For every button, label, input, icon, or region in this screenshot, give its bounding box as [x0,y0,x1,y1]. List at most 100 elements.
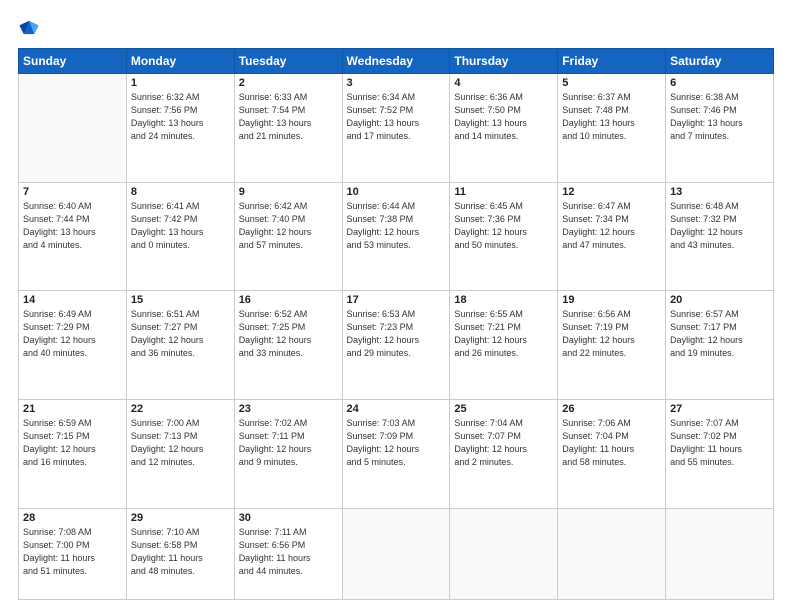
weekday-header-thursday: Thursday [450,49,558,74]
calendar-cell: 4Sunrise: 6:36 AMSunset: 7:50 PMDaylight… [450,74,558,183]
day-number: 29 [131,512,230,524]
weekday-header-saturday: Saturday [666,49,774,74]
calendar-cell: 18 Sunrise: 6:55 AMSunset: 7:21 PMDayligh… [450,291,558,400]
calendar-cell: 16 Sunrise: 6:52 AMSunset: 7:25 PMDayligh… [234,291,342,400]
day-number: 20 [670,294,769,306]
day-number: 12 [562,186,661,198]
day-number: 17 [347,294,446,306]
day-info: Sunrise: 6:59 AMSunset: 7:15 PMDaylight:… [23,417,122,469]
week-row-0: 1 Sunrise: 6:32 AMSunset: 7:56 PMDaylight… [19,74,774,183]
weekday-header-row: SundayMondayTuesdayWednesdayThursdayFrid… [19,49,774,74]
calendar-cell: 5 Sunrise: 6:37 AMSunset: 7:48 PMDaylight… [558,74,666,183]
day-info: Sunrise: 6:48 AMSunset: 7:32 PMDaylight:… [670,200,769,252]
weekday-header-monday: Monday [126,49,234,74]
day-number: 28 [23,512,122,524]
calendar-cell: 26 Sunrise: 7:06 AMSunset: 7:04 PMDayligh… [558,399,666,508]
day-info: Sunrise: 7:08 AMSunset: 7:00 PMDaylight:… [23,526,122,578]
day-info: Sunrise: 6:41 AMSunset: 7:42 PMDaylight:… [131,200,230,252]
calendar-cell: 23 Sunrise: 7:02 AMSunset: 7:11 PMDayligh… [234,399,342,508]
day-info: Sunrise: 6:42 AMSunset: 7:40 PMDaylight:… [239,200,338,252]
day-info: Sunrise: 6:51 AMSunset: 7:27 PMDaylight:… [131,308,230,360]
day-info: Sunrise: 7:10 AMSunset: 6:58 PMDaylight:… [131,526,230,578]
day-info: Sunrise: 7:06 AMSunset: 7:04 PMDaylight:… [562,417,661,469]
day-info: Sunrise: 6:45 AMSunset: 7:36 PMDaylight:… [454,200,553,252]
day-number: 21 [23,403,122,415]
day-info: Sunrise: 6:56 AMSunset: 7:19 PMDaylight:… [562,308,661,360]
calendar-cell: 25 Sunrise: 7:04 AMSunset: 7:07 PMDayligh… [450,399,558,508]
day-number: 7 [23,186,122,198]
logo [18,18,44,40]
day-number: 30 [239,512,338,524]
day-info: Sunrise: 6:33 AMSunset: 7:54 PMDaylight:… [239,91,338,143]
calendar-cell: 11 Sunrise: 6:45 AMSunset: 7:36 PMDayligh… [450,182,558,291]
day-number: 8 [131,186,230,198]
day-info: Sunrise: 6:32 AMSunset: 7:56 PMDaylight:… [131,91,230,143]
header [18,18,774,40]
week-row-4: 28 Sunrise: 7:08 AMSunset: 7:00 PMDayligh… [19,508,774,599]
calendar-cell: 1 Sunrise: 6:32 AMSunset: 7:56 PMDaylight… [126,74,234,183]
day-number: 25 [454,403,553,415]
calendar-cell: 9 Sunrise: 6:42 AMSunset: 7:40 PMDaylight… [234,182,342,291]
day-number: 1 [131,77,230,89]
calendar-cell: 8 Sunrise: 6:41 AMSunset: 7:42 PMDaylight… [126,182,234,291]
calendar-cell [450,508,558,599]
calendar-cell: 15 Sunrise: 6:51 AMSunset: 7:27 PMDayligh… [126,291,234,400]
day-info: Sunrise: 6:40 AMSunset: 7:44 PMDaylight:… [23,200,122,252]
calendar-cell: 13 Sunrise: 6:48 AMSunset: 7:32 PMDayligh… [666,182,774,291]
day-number: 13 [670,186,769,198]
day-info: Sunrise: 6:49 AMSunset: 7:29 PMDaylight:… [23,308,122,360]
day-info: Sunrise: 6:47 AMSunset: 7:34 PMDaylight:… [562,200,661,252]
day-info: Sunrise: 6:37 AMSunset: 7:48 PMDaylight:… [562,91,661,143]
day-number: 16 [239,294,338,306]
day-number: 5 [562,77,661,89]
weekday-header-sunday: Sunday [19,49,127,74]
calendar-cell: 19 Sunrise: 6:56 AMSunset: 7:19 PMDayligh… [558,291,666,400]
calendar-cell: 24Sunrise: 7:03 AMSunset: 7:09 PMDayligh… [342,399,450,508]
day-number: 23 [239,403,338,415]
day-number: 11 [454,186,553,198]
calendar-cell [19,74,127,183]
calendar-cell: 12 Sunrise: 6:47 AMSunset: 7:34 PMDayligh… [558,182,666,291]
calendar-cell: 2 Sunrise: 6:33 AMSunset: 7:54 PMDaylight… [234,74,342,183]
day-info: Sunrise: 6:52 AMSunset: 7:25 PMDaylight:… [239,308,338,360]
day-info: Sunrise: 7:04 AMSunset: 7:07 PMDaylight:… [454,417,553,469]
day-info: Sunrise: 6:44 AMSunset: 7:38 PMDaylight:… [347,200,446,252]
day-number: 14 [23,294,122,306]
day-info: Sunrise: 6:53 AMSunset: 7:23 PMDaylight:… [347,308,446,360]
calendar-cell: 22 Sunrise: 7:00 AMSunset: 7:13 PMDayligh… [126,399,234,508]
day-number: 22 [131,403,230,415]
day-number: 27 [670,403,769,415]
day-info: Sunrise: 7:00 AMSunset: 7:13 PMDaylight:… [131,417,230,469]
calendar-page: SundayMondayTuesdayWednesdayThursdayFrid… [0,0,792,612]
day-number: 18 [454,294,553,306]
week-row-2: 14 Sunrise: 6:49 AMSunset: 7:29 PMDayligh… [19,291,774,400]
day-info: Sunrise: 6:55 AMSunset: 7:21 PMDaylight:… [454,308,553,360]
day-info: Sunrise: 7:07 AMSunset: 7:02 PMDaylight:… [670,417,769,469]
calendar-cell: 7 Sunrise: 6:40 AMSunset: 7:44 PMDaylight… [19,182,127,291]
day-number: 3 [347,77,446,89]
calendar-cell [558,508,666,599]
day-info: Sunrise: 6:34 AMSunset: 7:52 PMDaylight:… [347,91,446,143]
day-info: Sunrise: 7:02 AMSunset: 7:11 PMDaylight:… [239,417,338,469]
day-info: Sunrise: 7:11 AMSunset: 6:56 PMDaylight:… [239,526,338,578]
day-number: 19 [562,294,661,306]
calendar-table: SundayMondayTuesdayWednesdayThursdayFrid… [18,48,774,600]
day-number: 26 [562,403,661,415]
day-info: Sunrise: 6:57 AMSunset: 7:17 PMDaylight:… [670,308,769,360]
weekday-header-friday: Friday [558,49,666,74]
calendar-cell: 17 Sunrise: 6:53 AMSunset: 7:23 PMDayligh… [342,291,450,400]
calendar-cell: 21 Sunrise: 6:59 AMSunset: 7:15 PMDayligh… [19,399,127,508]
calendar-cell [342,508,450,599]
week-row-1: 7 Sunrise: 6:40 AMSunset: 7:44 PMDaylight… [19,182,774,291]
day-number: 6 [670,77,769,89]
day-number: 15 [131,294,230,306]
calendar-cell: 27 Sunrise: 7:07 AMSunset: 7:02 PMDayligh… [666,399,774,508]
calendar-cell: 10Sunrise: 6:44 AMSunset: 7:38 PMDayligh… [342,182,450,291]
calendar-cell [666,508,774,599]
day-number: 2 [239,77,338,89]
week-row-3: 21 Sunrise: 6:59 AMSunset: 7:15 PMDayligh… [19,399,774,508]
calendar-cell: 3 Sunrise: 6:34 AMSunset: 7:52 PMDaylight… [342,74,450,183]
day-number: 9 [239,186,338,198]
calendar-cell: 14 Sunrise: 6:49 AMSunset: 7:29 PMDayligh… [19,291,127,400]
calendar-cell: 29 Sunrise: 7:10 AMSunset: 6:58 PMDayligh… [126,508,234,599]
